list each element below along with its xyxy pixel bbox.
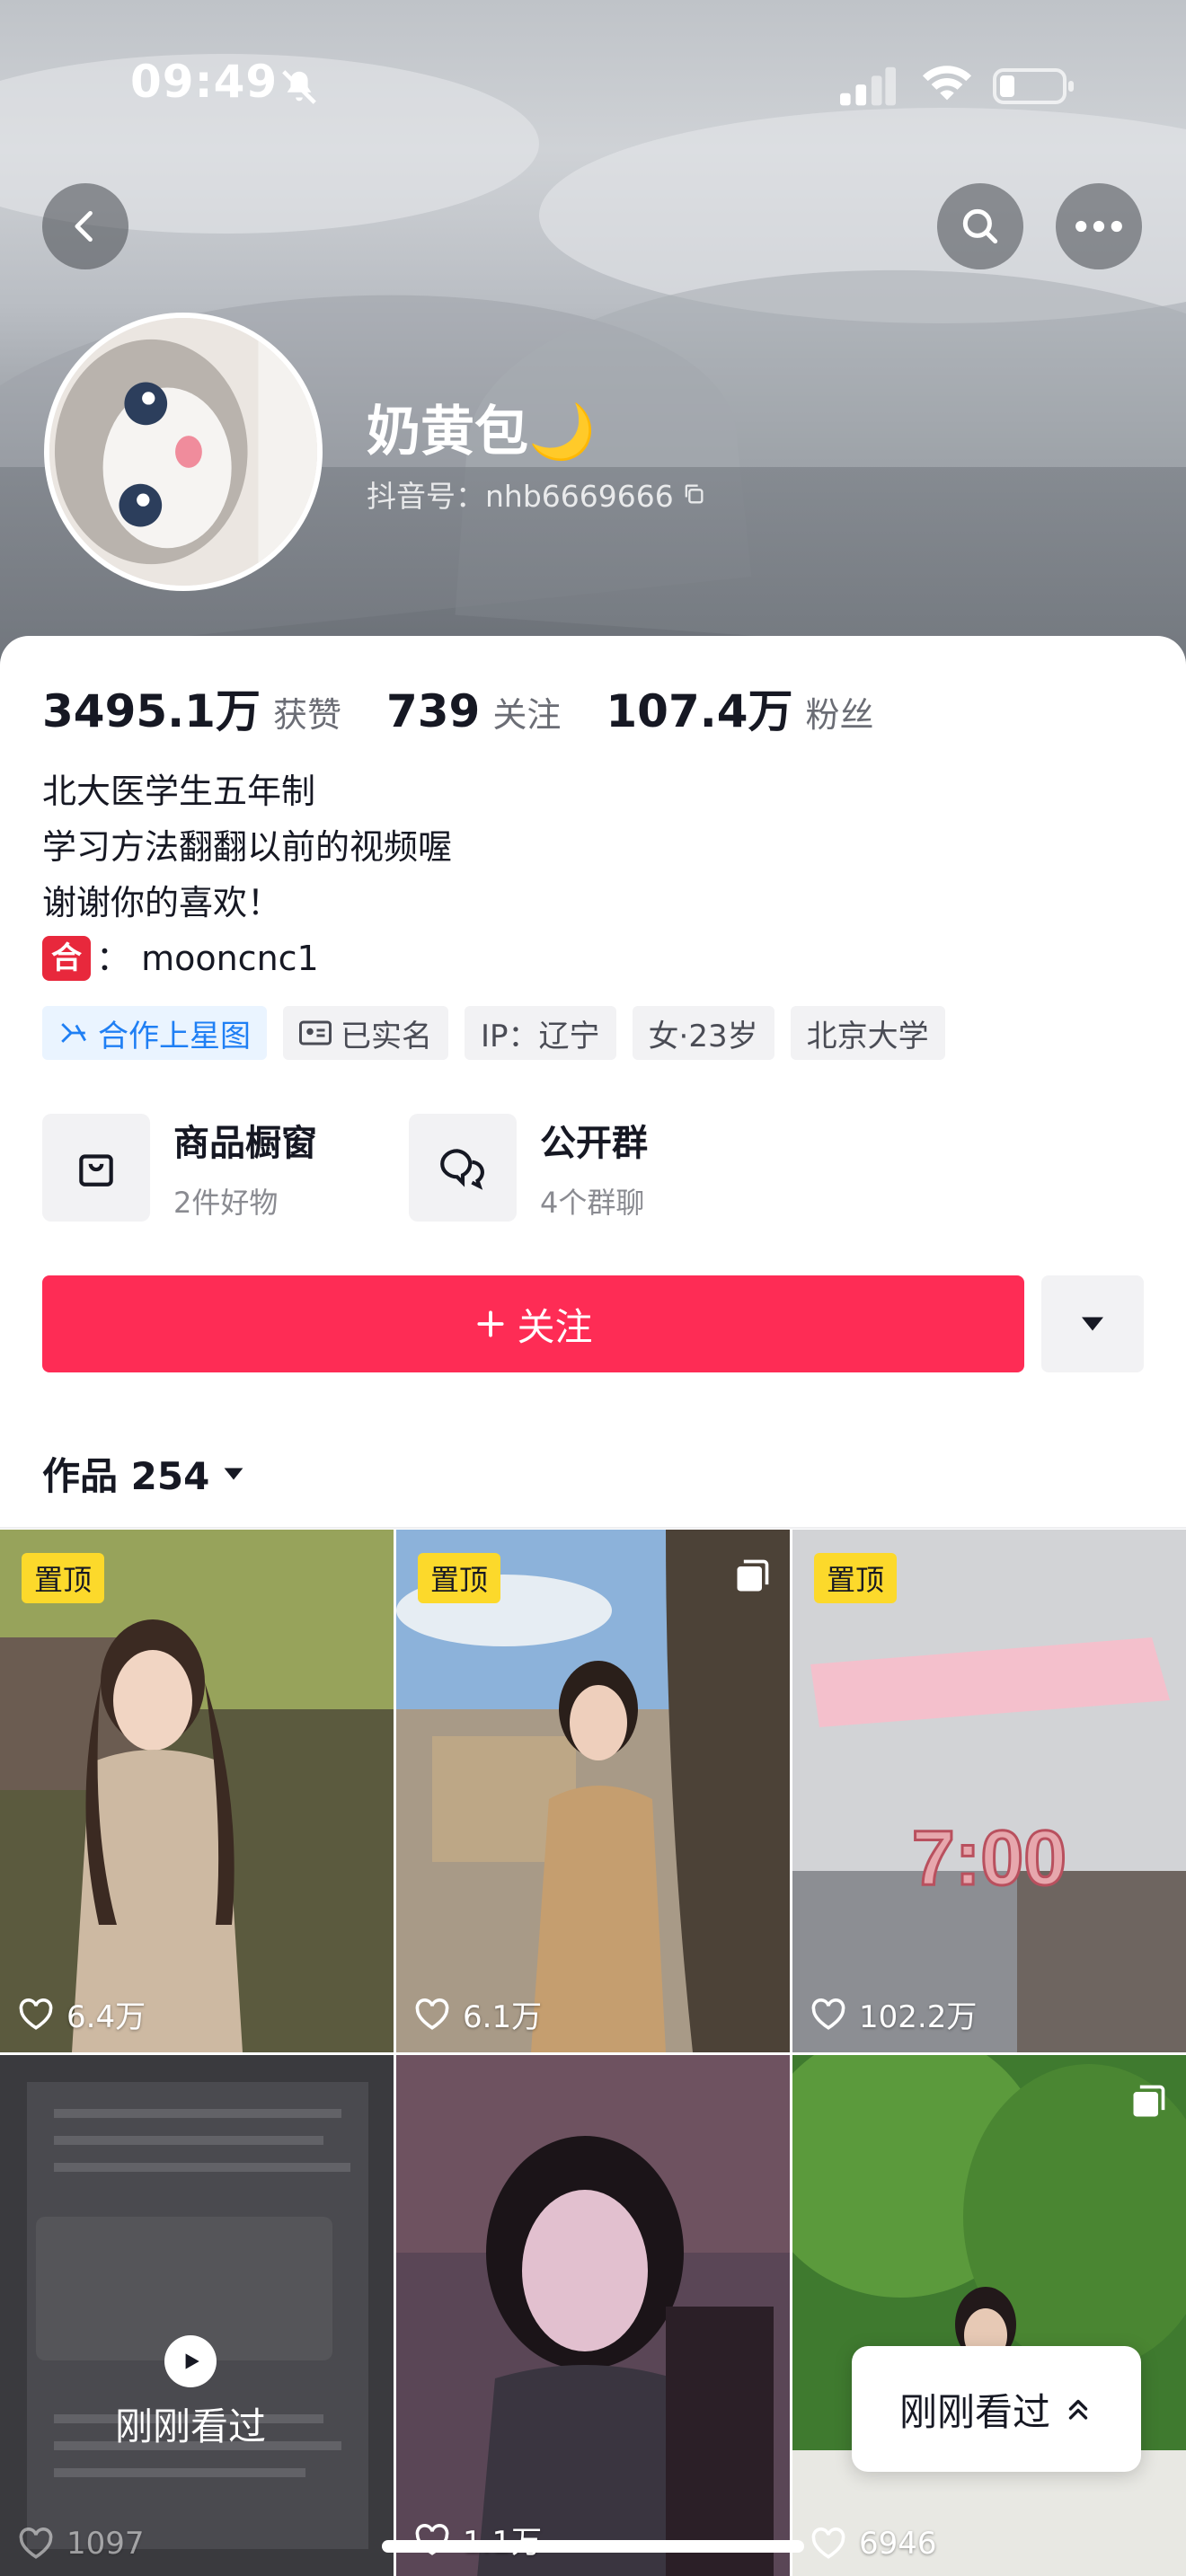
cat-avatar-image (49, 318, 317, 586)
bell-muted-icon (282, 70, 316, 104)
shop-window-entry[interactable]: 商品橱窗 2件好物 (42, 1114, 317, 1222)
like-count: 6.1万 (414, 1992, 542, 2036)
he-badge-icon: 合 (42, 936, 91, 981)
recently-viewed-marker: 刚刚看过 (115, 2335, 266, 2451)
heart-icon (415, 1998, 449, 2030)
star-map-icon (61, 1023, 86, 1043)
back-button[interactable] (42, 183, 128, 269)
bio-line: 北大医学生五年制 (42, 772, 316, 811)
play-icon (164, 2335, 217, 2387)
profile-stats: 3495.1万 获赞 739 关注 107.4万 粉丝 (42, 675, 919, 740)
like-count: 6.4万 (18, 1992, 146, 2036)
thumbnail-image (396, 2055, 790, 2576)
home-indicator[interactable] (382, 2540, 804, 2553)
nickname: 奶黄包🌙 (367, 401, 596, 463)
tab-works[interactable]: 作品 254 (42, 1446, 245, 1501)
gallery-icon (737, 1559, 769, 1592)
followers-count[interactable]: 107.4万 (606, 675, 792, 740)
gender-age-tag: 女·23岁 (632, 1006, 774, 1060)
school-tag[interactable]: 北京大学 (790, 1006, 945, 1060)
like-count: 1097 (18, 2526, 145, 2562)
copy-icon[interactable] (681, 481, 706, 507)
recently-viewed-button[interactable]: 刚刚看过 (852, 2346, 1141, 2472)
more-button[interactable] (1056, 183, 1142, 269)
followers-label[interactable]: 粉丝 (806, 687, 874, 737)
divider (0, 1527, 1186, 1529)
battery-icon (993, 68, 1074, 104)
likes-label: 获赞 (272, 695, 341, 735)
thumbnail-image (396, 1530, 790, 2052)
gallery-icon (1133, 2085, 1165, 2117)
like-count: 102.2万 (810, 1992, 977, 2036)
video-thumbnail[interactable]: 置顶 6.4万 (0, 1530, 394, 2052)
ip-tag: IP：辽宁 (465, 1006, 616, 1060)
like-count: 6946 (810, 2526, 937, 2562)
pinned-badge: 置顶 (418, 1553, 501, 1603)
shopping-bag-icon (79, 1154, 113, 1187)
video-thumbnail[interactable]: 6946 (792, 2055, 1186, 2576)
recommend-dropdown-button[interactable] (1041, 1275, 1144, 1372)
heart-icon (19, 2527, 53, 2559)
bio: 北大医学生五年制 学习方法翻翻以前的视频喔 谢谢你的喜欢！ 合 ： mooncn… (42, 763, 452, 986)
wifi-icon (922, 66, 972, 101)
cellular-signal-icon (840, 66, 896, 106)
search-icon (962, 208, 998, 244)
caret-down-icon (1082, 1317, 1103, 1331)
avatar[interactable] (44, 313, 323, 591)
star-map-tag[interactable]: 合作上星图 (42, 1006, 267, 1060)
more-dots-icon (1075, 220, 1122, 233)
following-label[interactable]: 关注 (492, 687, 561, 737)
likes-count: 3495.1万 (42, 685, 261, 737)
public-group-entry[interactable]: 公开群 4个群聊 (409, 1114, 648, 1222)
pinned-badge: 置顶 (814, 1553, 898, 1603)
thumbnail-image: 7:00 (792, 1530, 1186, 2052)
heart-icon (811, 1998, 845, 2030)
chevron-left-icon (75, 210, 93, 243)
follow-button[interactable]: 关注 (42, 1275, 1024, 1372)
thumbnail-time-text: 7:00 (912, 1815, 1067, 1901)
public-group-title: 公开群 (540, 1123, 648, 1164)
heart-icon (19, 1998, 53, 2030)
video-thumbnail[interactable]: 1.1万 (396, 2055, 790, 2576)
shop-window-subtitle: 2件好物 (173, 1186, 279, 1220)
public-group-subtitle: 4个群聊 (540, 1186, 645, 1220)
following-count[interactable]: 739 (386, 685, 480, 737)
bio-contact-line: 合 ： mooncnc1 (42, 931, 452, 986)
status-time: 09:49 (130, 56, 279, 108)
thumbnail-image (0, 1530, 394, 2052)
realname-tag[interactable]: 已实名 (283, 1006, 448, 1060)
pinned-badge: 置顶 (22, 1553, 105, 1603)
plus-icon (477, 1310, 505, 1337)
douyin-id[interactable]: 抖音号：nhb6669666 (367, 472, 706, 516)
video-thumbnail[interactable]: 置顶 6.1万 (396, 1530, 790, 2052)
search-button[interactable] (937, 183, 1023, 269)
heart-icon (811, 2527, 845, 2559)
bio-line: 学习方法翻翻以前的视频喔 (42, 827, 453, 867)
group-chat-icon (440, 1149, 484, 1190)
profile-tags: 合作上星图 已实名 IP：辽宁 女·23岁 北京大学 (42, 1006, 945, 1060)
double-chevron-up-icon (1068, 2399, 1088, 2420)
bio-contact-text: ： mooncnc1 (96, 939, 319, 978)
id-card-icon (299, 1020, 332, 1045)
caret-down-icon (224, 1468, 243, 1479)
video-thumbnail[interactable]: 7:00 置顶 102.2万 (792, 1530, 1186, 2052)
thumbnail-image (0, 2055, 394, 2576)
shop-window-title: 商品橱窗 (173, 1123, 317, 1164)
video-thumbnail[interactable]: 1097 (0, 2055, 394, 2576)
bio-line: 谢谢你的喜欢！ (42, 883, 282, 922)
thumbnail-image (792, 2055, 1186, 2576)
